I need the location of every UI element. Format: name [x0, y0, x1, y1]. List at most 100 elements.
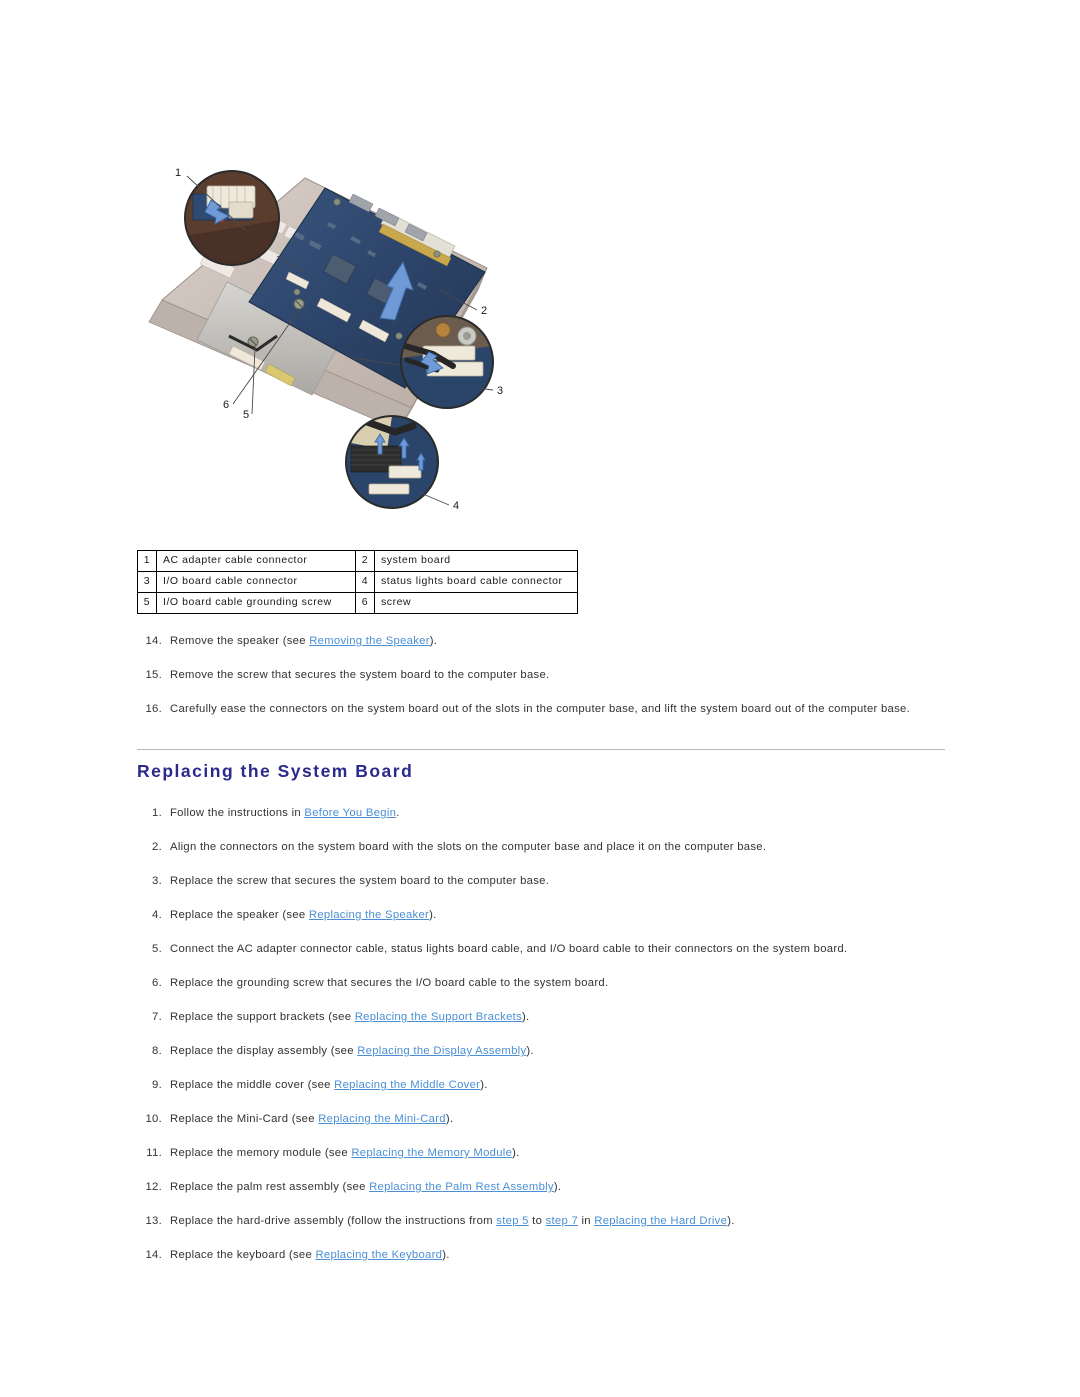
list-item: 16. Carefully ease the connectors on the… — [137, 702, 947, 718]
legend-label: I/O board cable grounding screw — [156, 592, 356, 615]
callout-6: 6 — [223, 399, 229, 411]
legend-label: system board — [374, 549, 578, 573]
step-text-pre: Replace the hard-drive assembly (follow … — [170, 1215, 497, 1227]
doc-link[interactable]: Removing the Speaker — [309, 635, 430, 647]
step-number: 2. — [152, 841, 162, 853]
doc-link-step7[interactable]: step 7 — [546, 1215, 578, 1227]
doc-link-hard-drive[interactable]: Replacing the Hard Drive — [594, 1215, 727, 1227]
step-text: Carefully ease the connectors on the sys… — [170, 703, 910, 715]
step-text-pre: Replace the palm rest assembly (see — [170, 1181, 370, 1193]
legend-label: screw — [374, 592, 578, 615]
step-text-post: ). — [553, 1181, 562, 1193]
step-text: Replace the Mini-Card (see Replacing the… — [170, 1113, 453, 1125]
callout-2: 2 — [481, 305, 487, 317]
step-text: Remove the speaker (see Removing the Spe… — [170, 635, 437, 647]
step-text-pre: Remove the screw that secures the system… — [170, 669, 550, 681]
step-text-post: ). — [526, 1045, 534, 1057]
step-number: 11. — [146, 1147, 162, 1159]
system-board-figure: 1 2 3 4 5 6 — [137, 150, 557, 530]
list-item: 13. Replace the hard-drive assembly (fol… — [137, 1214, 947, 1230]
step-text-post: ). — [480, 1079, 488, 1091]
step-text: Replace the support brackets (see Replac… — [170, 1011, 529, 1023]
step-text: Follow the instructions in Before You Be… — [170, 807, 400, 819]
step-text-pre: Replace the keyboard (see — [170, 1249, 316, 1261]
legend-num: 4 — [355, 571, 375, 594]
step-text-post: ). — [522, 1011, 530, 1023]
detail-circle-io-board — [400, 315, 494, 409]
step-text-pre: Replace the middle cover (see — [170, 1079, 335, 1091]
doc-link[interactable]: Replacing the Palm Rest Assembly — [369, 1181, 554, 1193]
step-text-pre: Replace the memory module (see — [170, 1147, 352, 1159]
step-text: Replace the display assembly (see Replac… — [170, 1045, 534, 1057]
step-number: 16. — [145, 703, 162, 715]
step-text: Replace the palm rest assembly (see Repl… — [170, 1181, 561, 1193]
removal-steps-list: 14. Remove the speaker (see Removing the… — [137, 634, 947, 736]
doc-link[interactable]: Replacing the Speaker — [309, 909, 429, 921]
legend-label: AC adapter cable connector — [156, 549, 356, 573]
doc-link[interactable]: Replacing the Keyboard — [315, 1249, 442, 1261]
step-number: 1. — [152, 807, 162, 819]
legend-num: 5 — [137, 592, 157, 615]
step-text: Replace the memory module (see Replacing… — [170, 1147, 520, 1159]
document-page: 1 2 3 4 5 6 1 AC adapter cable connector… — [0, 0, 1080, 1397]
step-number: 3. — [152, 875, 162, 887]
callout-1: 1 — [175, 167, 181, 179]
doc-link[interactable]: Replacing the Memory Module — [351, 1147, 512, 1159]
step-text-pre: Replace the Mini-Card (see — [170, 1113, 319, 1125]
step-text-post: ). — [429, 909, 437, 921]
step-text-post: ). — [445, 1113, 454, 1125]
callout-4: 4 — [453, 500, 459, 512]
step-text-pre: Replace the speaker (see — [170, 909, 309, 921]
step-number: 14. — [145, 1249, 162, 1261]
step-number: 15. — [145, 669, 162, 681]
step-number: 14. — [145, 635, 162, 647]
list-item: 2. Align the connectors on the system bo… — [137, 840, 947, 856]
list-item: 12. Replace the palm rest assembly (see … — [137, 1180, 947, 1196]
list-item: 9. Replace the middle cover (see Replaci… — [137, 1078, 947, 1094]
step-text: Replace the screw that secures the syste… — [170, 875, 549, 887]
list-item: 4. Replace the speaker (see Replacing th… — [137, 908, 947, 924]
step-text-post: ). — [727, 1215, 735, 1227]
step-text-pre: Align the connectors on the system board… — [170, 841, 767, 853]
legend-num: 1 — [137, 549, 157, 573]
step-text-pre: Replace the grounding screw that secures… — [170, 977, 609, 989]
step-text: Connect the AC adapter connector cable, … — [170, 943, 847, 955]
step-text: Replace the speaker (see Replacing the S… — [170, 909, 437, 921]
legend-label: status lights board cable connector — [374, 571, 578, 594]
page-title: Replacing the System Board — [137, 761, 414, 781]
step-text-pre: Follow the instructions in — [170, 807, 305, 819]
list-item: 14. Remove the speaker (see Removing the… — [137, 634, 947, 650]
step-text-pre: Carefully ease the connectors on the sys… — [170, 703, 910, 715]
doc-link[interactable]: Replacing the Mini-Card — [318, 1113, 446, 1125]
step-text-post: ). — [429, 635, 438, 647]
step-text-post: . — [396, 807, 400, 819]
step-text-pre: Replace the support brackets (see — [170, 1011, 355, 1023]
step-text-post: ). — [512, 1147, 520, 1159]
doc-link-step5[interactable]: step 5 — [496, 1215, 528, 1227]
step-text-pre: Replace the screw that secures the syste… — [170, 875, 550, 887]
table-row: 5 I/O board cable grounding screw 6 scre… — [137, 592, 578, 615]
system-board-illustration: 1 2 3 4 5 6 — [148, 167, 503, 512]
list-item: 5. Connect the AC adapter connector cabl… — [137, 942, 947, 958]
step-number: 8. — [152, 1045, 162, 1057]
doc-link[interactable]: Before You Begin — [304, 807, 396, 819]
callout-3: 3 — [497, 385, 503, 397]
callout-5: 5 — [243, 409, 249, 421]
legend-body: 1 AC adapter cable connector 2 system bo… — [137, 549, 578, 615]
doc-link[interactable]: Replacing the Middle Cover — [334, 1079, 480, 1091]
doc-link[interactable]: Replacing the Display Assembly — [357, 1045, 526, 1057]
step-text-mid2: in — [578, 1215, 595, 1227]
legend-num: 2 — [355, 549, 375, 573]
step-text-pre: Connect the AC adapter connector cable, … — [170, 943, 848, 955]
step-number: 12. — [145, 1181, 162, 1193]
doc-link[interactable]: Replacing the Support Brackets — [355, 1011, 522, 1023]
step-number: 13. — [145, 1215, 162, 1227]
legend-num: 6 — [355, 592, 375, 615]
section-divider — [137, 749, 945, 750]
table-row: 3 I/O board cable connector 4 status lig… — [137, 571, 578, 594]
step-number: 9. — [152, 1079, 162, 1091]
list-item: 3. Replace the screw that secures the sy… — [137, 874, 947, 890]
list-item: 7. Replace the support brackets (see Rep… — [137, 1010, 947, 1026]
step-number: 6. — [152, 977, 162, 989]
list-item: 1. Follow the instructions in Before You… — [137, 806, 947, 822]
